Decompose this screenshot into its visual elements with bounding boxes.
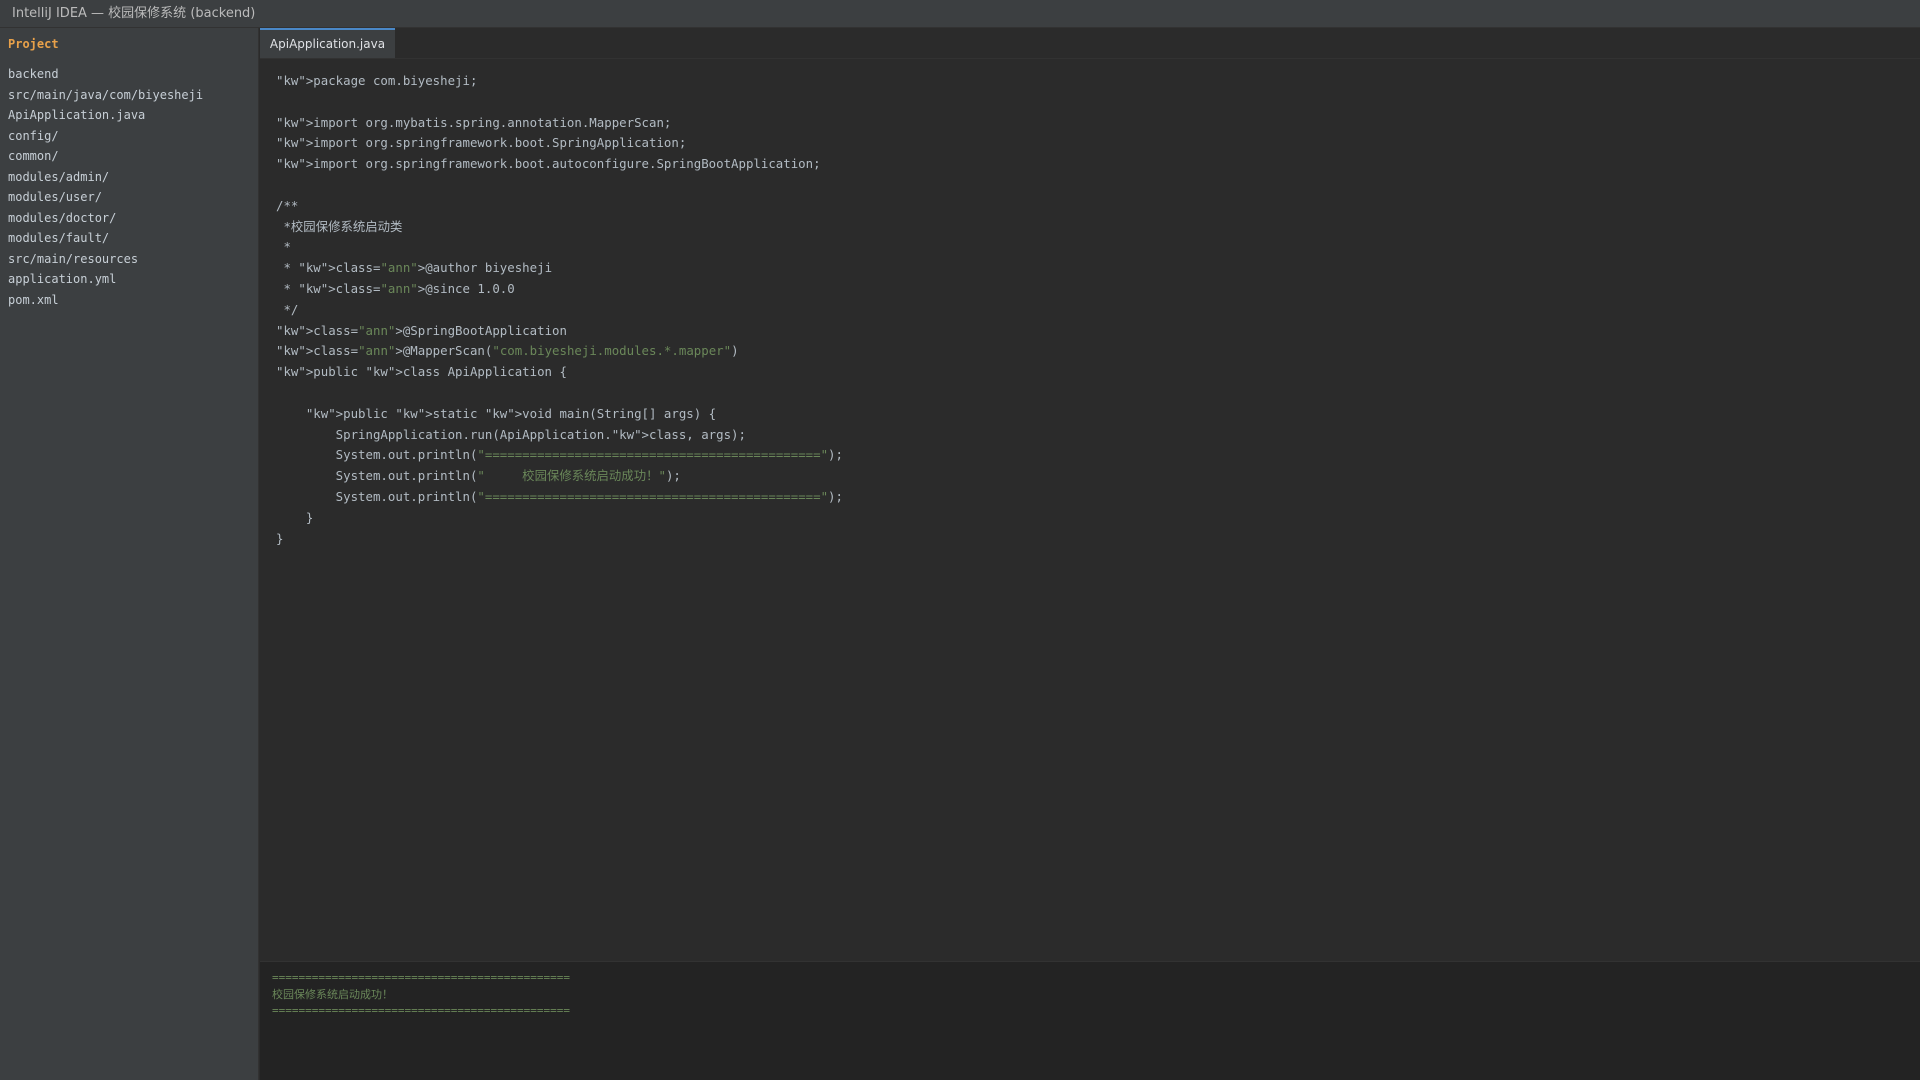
code-line: "kw">class="ann">@SpringBootApplication <box>276 321 1896 342</box>
tree-item-application-yml[interactable]: application.yml <box>8 269 203 290</box>
code-text: * <box>276 239 291 255</box>
console-line: ========================================… <box>272 1004 571 1017</box>
code-string: "ann" <box>380 280 418 296</box>
project-sidebar: Project backend src/main/java/com/biyesh… <box>0 28 259 1080</box>
code-line: "kw">class="ann">@MapperScan("com.biyesh… <box>276 341 1896 362</box>
tree-item-modules-admin[interactable]: modules/admin/ <box>8 167 203 188</box>
tree-item-src-main-resources[interactable]: src/main/resources <box>8 249 203 270</box>
code-text: System.out.println( <box>276 447 478 463</box>
code-string: "=======================================… <box>477 447 829 463</box>
tree-item-common[interactable]: common/ <box>8 146 203 167</box>
code-line: System.out.println(" 校园保修系统启动成功！"); <box>276 466 1896 487</box>
code-text: >@SpringBootApplication <box>395 322 567 338</box>
tree-item-api-application[interactable]: ApiApplication.java <box>8 105 203 126</box>
code-editor[interactable]: "kw">package com.biyesheji; "kw">import o… <box>276 71 1896 961</box>
code-string: "ann" <box>358 343 396 359</box>
code-string: "com.biyesheji.modules.*.mapper" <box>492 343 732 359</box>
code-string: "ann" <box>358 322 396 338</box>
code-text: ) <box>731 343 739 359</box>
code-text: "kw">import org.springframework.boot.Spr… <box>276 135 687 151</box>
console-line: ========================================… <box>272 971 571 984</box>
code-text: * "kw">class= <box>276 280 381 296</box>
code-text: *校园保修系统启动类 <box>276 218 403 234</box>
code-string: "ann" <box>380 260 418 276</box>
code-line: *校园保修系统启动类 <box>276 217 1896 238</box>
code-line: * "kw">class="ann">@author biyesheji <box>276 258 1896 279</box>
code-text: } <box>276 530 284 546</box>
project-tree: backend src/main/java/com/biyesheji ApiA… <box>8 64 203 310</box>
window-title-bar: IntelliJ IDEA — 校园保修系统 (backend) <box>0 0 1920 28</box>
code-text: >@MapperScan( <box>395 343 493 359</box>
code-text: "kw">public "kw">class ApiApplication { <box>276 364 567 380</box>
tree-item-pom-xml[interactable]: pom.xml <box>8 290 203 311</box>
code-line: } <box>276 508 1896 529</box>
tree-item-modules-fault[interactable]: modules/fault/ <box>8 228 203 249</box>
code-text: ); <box>828 488 843 504</box>
sidebar-title: Project <box>8 37 59 51</box>
code-text: ); <box>665 468 681 484</box>
code-string: " 校园保修系统启动成功！" <box>477 468 666 484</box>
code-text: } <box>276 509 314 525</box>
code-text: ); <box>828 447 843 463</box>
code-line: "kw">import org.springframework.boot.aut… <box>276 154 1896 175</box>
code-line: * "kw">class="ann">@since 1.0.0 <box>276 279 1896 300</box>
code-text: >@author biyesheji <box>417 260 553 276</box>
code-text: "kw">import org.mybatis.spring.annotatio… <box>276 114 672 130</box>
code-text: /** <box>276 197 299 213</box>
tree-item-backend[interactable]: backend <box>8 64 203 85</box>
code-line: "kw">public "kw">static "kw">void main(S… <box>276 404 1896 425</box>
code-line: /** <box>276 196 1896 217</box>
tree-item-modules-user[interactable]: modules/user/ <box>8 187 203 208</box>
code-line: } <box>276 529 1896 550</box>
console-line: 校园保修系统启动成功！ <box>272 987 393 1001</box>
code-text: "kw">class= <box>276 322 359 338</box>
code-line: "kw">import org.mybatis.spring.annotatio… <box>276 113 1896 134</box>
code-line: System.out.println("====================… <box>276 487 1896 508</box>
code-text: >@since 1.0.0 <box>417 280 515 296</box>
code-line: * <box>276 237 1896 258</box>
code-text: "kw">package com.biyesheji; <box>276 73 478 88</box>
tab-api-application[interactable]: ApiApplication.java <box>260 28 395 58</box>
tree-item-config[interactable]: config/ <box>8 126 203 147</box>
code-line: System.out.println("====================… <box>276 445 1896 466</box>
code-line: */ <box>276 300 1896 321</box>
code-string: "=======================================… <box>477 488 829 504</box>
editor-tab-bar: ApiApplication.java <box>260 28 1920 59</box>
code-text: System.out.println( <box>276 468 478 484</box>
code-text: * "kw">class= <box>276 260 381 276</box>
tree-item-src-main-java[interactable]: src/main/java/com/biyesheji <box>8 85 203 106</box>
window-title: IntelliJ IDEA — 校园保修系统 (backend) <box>12 6 256 21</box>
code-line: "kw">package com.biyesheji; <box>276 71 1896 92</box>
code-text: "kw">class= <box>276 343 359 359</box>
code-text: "kw">import org.springframework.boot.aut… <box>276 156 821 172</box>
tree-item-modules-doctor[interactable]: modules/doctor/ <box>8 208 203 229</box>
code-line: SpringApplication.run(ApiApplication."kw… <box>276 425 1896 446</box>
code-text: System.out.println( <box>276 488 478 504</box>
code-text: SpringApplication.run(ApiApplication."kw… <box>276 426 746 442</box>
run-console[interactable]: ========================================… <box>260 961 1920 1080</box>
code-line: "kw">import org.springframework.boot.Spr… <box>276 133 1896 154</box>
code-line: "kw">public "kw">class ApiApplication { <box>276 362 1896 383</box>
console-output: ========================================… <box>272 970 570 1020</box>
code-text: "kw">public "kw">static "kw">void main(S… <box>276 405 717 421</box>
code-text: */ <box>276 301 299 317</box>
